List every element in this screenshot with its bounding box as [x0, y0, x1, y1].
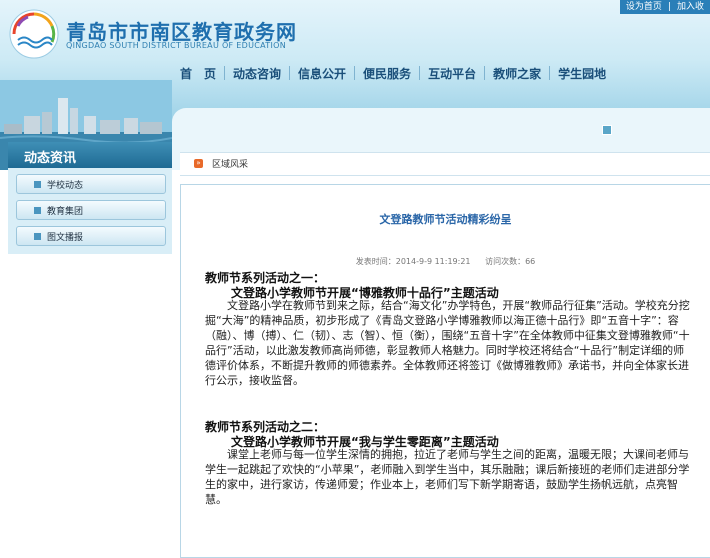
article-title: 文登路教师节活动精彩纷呈: [379, 213, 512, 226]
article-meta: 发表时间：2014-9-9 11:19:21 访问次数：66: [181, 256, 710, 267]
square-bullet-icon: [34, 233, 41, 240]
nav-info-public[interactable]: 信息公开: [290, 65, 354, 82]
sidebar-item-label: 图文播报: [47, 233, 84, 243]
nav-services[interactable]: 便民服务: [355, 65, 419, 82]
square-bullet-icon: [34, 181, 41, 188]
publish-time: 发表时间：2014-9-9 11:19:21: [355, 257, 471, 266]
view-count: 访问次数：66: [485, 257, 536, 266]
top-links: 设为首页 | 加入收: [619, 0, 710, 14]
breadcrumb-label[interactable]: 区域风采: [212, 157, 248, 170]
small-square-icon: [602, 125, 612, 135]
add-favorite-link[interactable]: 加入收: [671, 0, 710, 14]
sidebar-item-label: 教育集团: [47, 207, 84, 217]
bureau-logo-icon: [9, 9, 59, 59]
sidebar-item-label: 学校动态: [47, 181, 84, 191]
sidebar: 学校动态 教育集团 图文播报: [8, 168, 172, 254]
breadcrumb: » 区域风采: [180, 152, 710, 176]
site-subtitle: QINGDAO SOUTH DISTRICT BUREAU OF EDUCATI…: [66, 41, 287, 50]
sidebar-item-education-group[interactable]: 教育集团: [16, 200, 166, 220]
set-homepage-link[interactable]: 设为首页: [620, 0, 668, 14]
nav-teachers[interactable]: 教师之家: [485, 65, 549, 82]
article-panel: 文登路教师节活动精彩纷呈 发表时间：2014-9-9 11:19:21 访问次数…: [180, 184, 710, 558]
sidebar-header: 动态资讯: [8, 142, 172, 168]
article-paragraph: 文登路小学在教师节到来之际，结合“海文化”办学特色，开展“教师品行征集”活动。学…: [205, 299, 690, 387]
main-nav: 首 页 动态咨询 信息公开 便民服务 互动平台 教师之家 学生园地: [172, 56, 710, 90]
sidebar-item-school-news[interactable]: 学校动态: [16, 174, 166, 194]
square-bullet-icon: [34, 207, 41, 214]
nav-home[interactable]: 首 页: [172, 65, 224, 82]
article-paragraph: 课堂上老师与每一位学生深情的拥抱，拉近了老师与学生之间的距离，温暖无限；大课间老…: [205, 448, 690, 506]
sidebar-item-photo-report[interactable]: 图文播报: [16, 226, 166, 246]
nav-news[interactable]: 动态咨询: [225, 65, 289, 82]
double-arrow-icon: »: [194, 159, 203, 168]
nav-interaction[interactable]: 互动平台: [420, 65, 484, 82]
sidebar-title: 动态资讯: [24, 151, 77, 166]
nav-students[interactable]: 学生园地: [550, 65, 614, 82]
